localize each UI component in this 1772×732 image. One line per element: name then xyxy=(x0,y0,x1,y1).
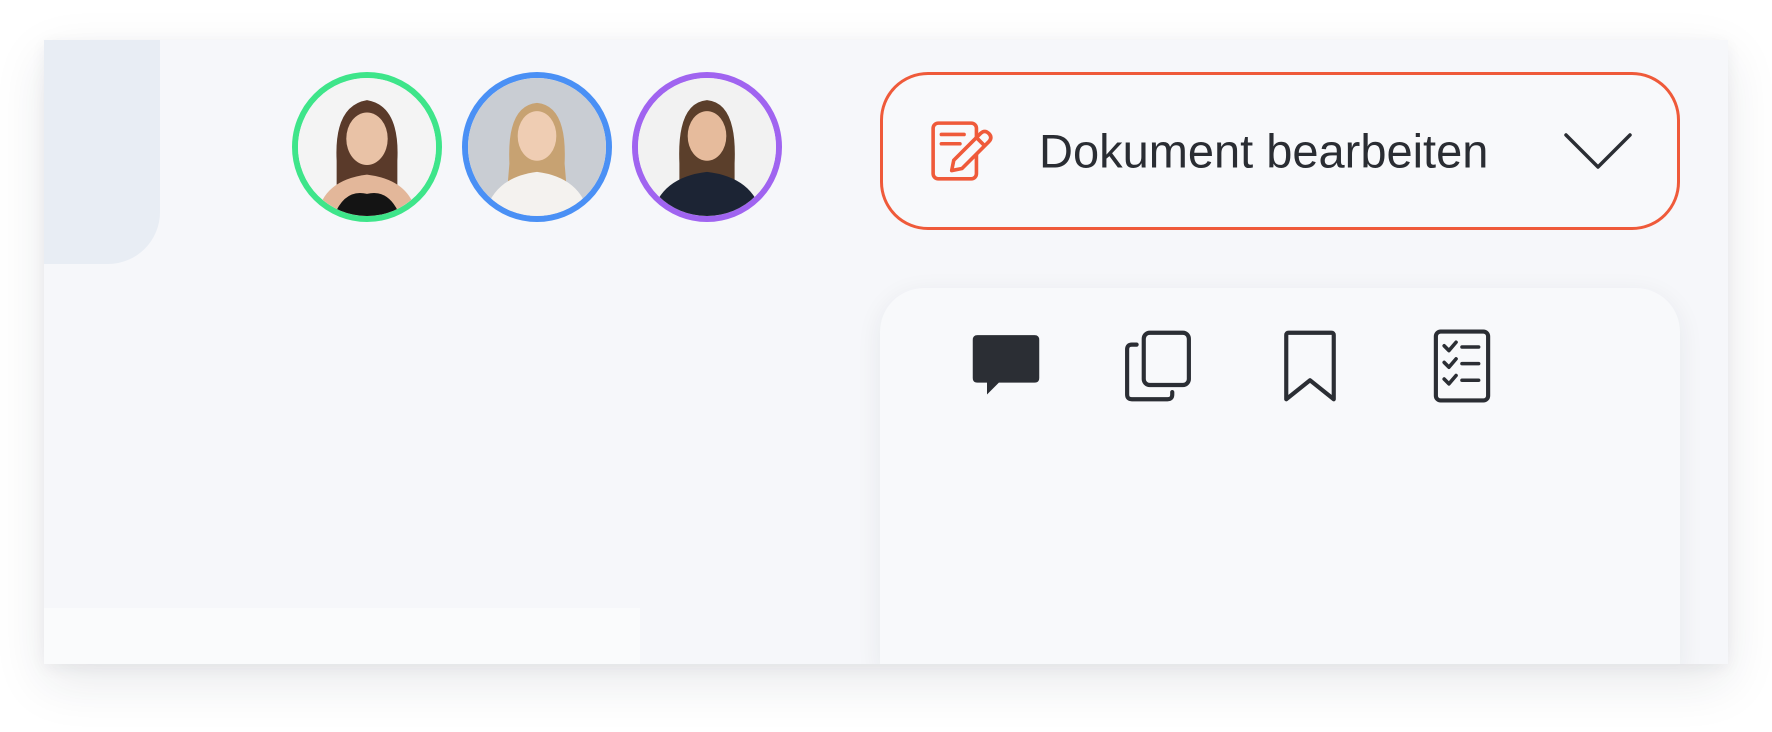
document-canvas-edge xyxy=(44,608,640,664)
bookmark-icon xyxy=(1284,330,1336,402)
checklist-icon xyxy=(1433,329,1491,403)
collaborator-avatar-3[interactable] xyxy=(632,72,782,222)
person-photo-icon xyxy=(298,78,436,216)
copy-tab[interactable] xyxy=(1120,328,1196,404)
edit-mode-dropdown[interactable]: Dokument bearbeiten xyxy=(880,72,1680,230)
left-nav-panel xyxy=(44,40,160,264)
person-photo-icon xyxy=(468,78,606,216)
comments-tab[interactable] xyxy=(968,328,1044,404)
copy-icon xyxy=(1125,330,1191,402)
edit-mode-label: Dokument bearbeiten xyxy=(1039,124,1489,178)
main-area: Dokument bearbeiten xyxy=(160,40,1728,664)
collaborator-avatar-2[interactable] xyxy=(462,72,612,222)
person-photo-icon xyxy=(638,78,776,216)
side-panel xyxy=(880,288,1680,664)
chevron-down-icon xyxy=(1564,133,1632,169)
edit-document-icon xyxy=(931,121,993,181)
collaborator-avatar-1[interactable] xyxy=(292,72,442,222)
comment-icon xyxy=(972,335,1040,395)
app-window: Dokument bearbeiten xyxy=(44,40,1728,664)
checklist-tab[interactable] xyxy=(1424,328,1500,404)
bookmarks-tab[interactable] xyxy=(1272,328,1348,404)
